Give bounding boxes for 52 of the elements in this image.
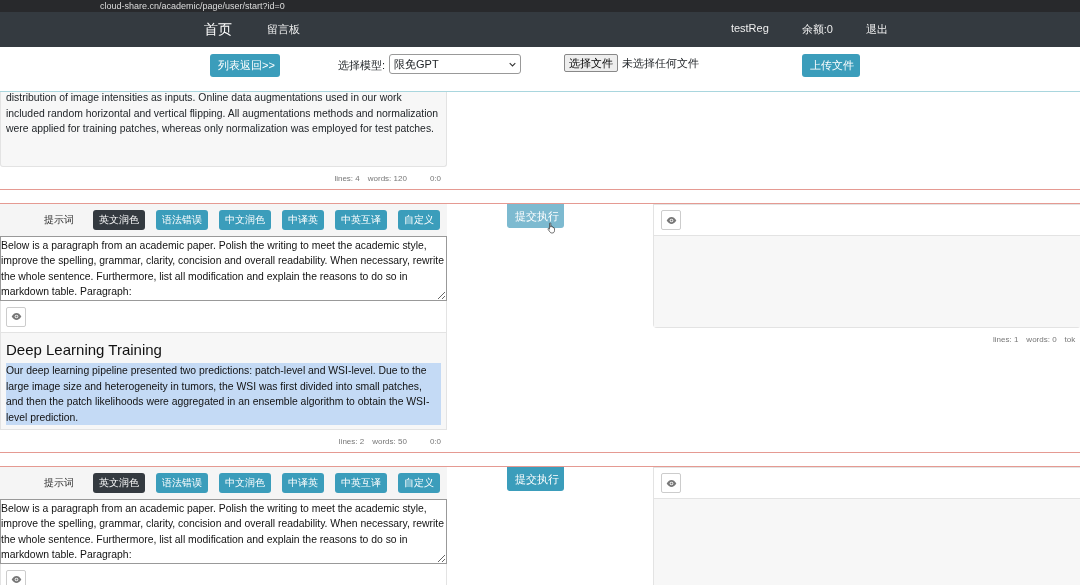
nav-link[interactable]: 退出 <box>866 22 888 37</box>
preview-toggle-button[interactable] <box>661 473 681 493</box>
preview-text: Our deep learning pipeline presented two predictions: patch-level and WSI-level. Due to the large image size and heterogeneity in tumors, the WSI was first divided into small patches, and then the patch likelihoods were aggregated in an ensemble algorithm to obtain the WSI-level prediction. <box>6 363 441 425</box>
stat-text: lines: 4 <box>334 173 360 183</box>
prompt-button[interactable]: 中英互译 <box>335 210 387 230</box>
model-label: 选择模型: <box>338 58 386 73</box>
preview-toggle-button[interactable] <box>6 306 26 327</box>
prompt-label: 提示词 <box>44 476 74 490</box>
stat-text: lines: 1 <box>993 334 1019 344</box>
prompt-button[interactable]: 中文润色 <box>219 473 271 493</box>
prompt-button[interactable]: 英文润色 <box>93 210 145 230</box>
nav-link[interactable]: 余额:0 <box>801 22 833 37</box>
eye-icon <box>10 311 22 322</box>
preview-heading: Deep Learning Training <box>6 341 163 358</box>
submit-button[interactable]: 提交执行 <box>506 467 564 491</box>
preview-toggle-button[interactable] <box>661 210 681 230</box>
prompt-button[interactable]: 英文润色 <box>93 473 145 493</box>
model-select[interactable]: 限免GPT <box>389 54 522 74</box>
prompt-button[interactable]: 语法错误 <box>156 473 208 493</box>
upload-file-button[interactable]: 上传文件 <box>802 54 861 77</box>
choose-file-button[interactable]: 选择文件 <box>564 54 619 72</box>
nav-link[interactable]: 留言板 <box>267 22 300 37</box>
eye-icon <box>10 574 22 585</box>
preview-toggle-button[interactable] <box>6 569 26 585</box>
prompt-input-field[interactable]: Below is a paragraph from an academic paper. Polish the writing to meet the academic style, improve the spelling, grammar, clarity, concision and overall readability. When necessary, rewrite the whole sentence. Furthermore, list all modification and explain the reasons to do so in markdown table. Paragraph: <box>0 236 447 301</box>
stat-text: tok <box>1064 334 1076 344</box>
prompt-button[interactable]: 语法错误 <box>156 210 208 230</box>
nav-link[interactable]: 首页 <box>204 20 232 39</box>
stat-text: words: 50 <box>372 436 407 446</box>
stat-text: words: 0 <box>1026 334 1057 344</box>
submit-button[interactable]: 提交执行 <box>506 204 564 228</box>
nav-link[interactable]: testReg <box>730 22 769 37</box>
address-bar-url[interactable]: cloud-share.cn/academic/page/user/start?id=0 <box>100 0 285 12</box>
prompt-button[interactable]: 自定义 <box>398 210 440 230</box>
stat-text: lines: 2 <box>338 436 365 446</box>
prompt-input-field[interactable]: Below is a paragraph from an academic paper. Polish the writing to meet the academic style, improve the spelling, grammar, clarity, concision and overall readability. When necessary, rewrite the whole sentence. Furthermore, list all modification and explain the reasons to do so in markdown table. Paragraph: <box>0 499 447 564</box>
stat-text: words: 120 <box>367 173 407 183</box>
eye-icon <box>665 214 677 226</box>
pointer-cursor-icon <box>547 222 557 234</box>
prompt-button[interactable]: 中英互译 <box>335 473 387 493</box>
prompt-button[interactable]: 自定义 <box>398 473 440 493</box>
prompt-label: 提示词 <box>44 213 74 227</box>
stat-text: 0:0 <box>429 173 441 183</box>
stat-text: 0:0 <box>429 436 441 446</box>
prompt-button[interactable]: 中译英 <box>282 210 324 230</box>
prompt-button[interactable]: 中译英 <box>282 473 324 493</box>
prompt-button[interactable]: 中文润色 <box>219 210 271 230</box>
eye-icon <box>665 477 677 489</box>
output-text: distribution of image intensities as inputs. Online data augmentations used in our work included random horizontal and vertical flipping. All augmentations methods and normalization were applied for training patches, whereas only normalization was employed for test patches. <box>5 92 440 136</box>
file-status-text: 未选择任何文件 <box>622 56 700 71</box>
chevron-down-icon <box>509 60 517 68</box>
back-to-list-button[interactable]: 列表返回>> <box>210 54 280 77</box>
